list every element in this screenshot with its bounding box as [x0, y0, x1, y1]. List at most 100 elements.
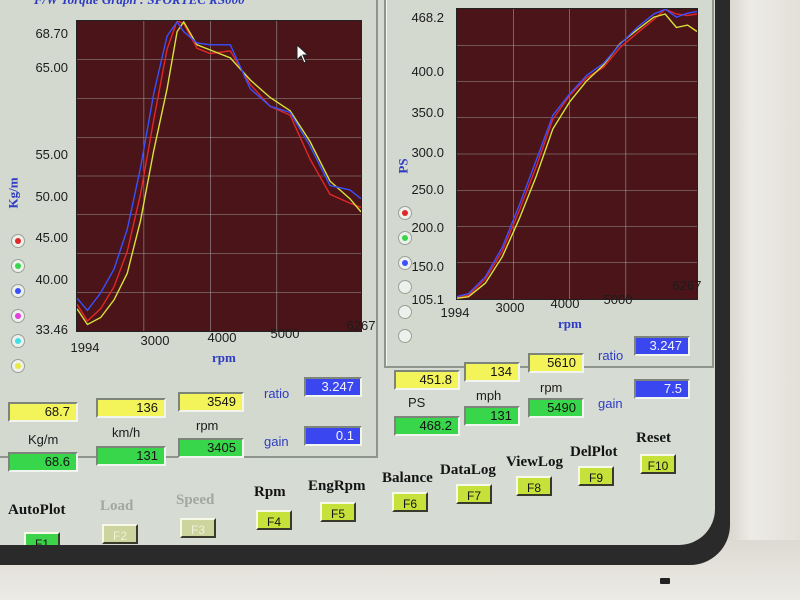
series-toggle-blue[interactable] [11, 284, 25, 298]
green-dot-icon [402, 235, 408, 241]
datalog-button[interactable]: F7 [456, 484, 492, 504]
fkey-label-viewlog: ViewLog [506, 454, 563, 470]
speed-unit-label: km/h [112, 425, 141, 440]
red-dot-icon [15, 238, 21, 244]
torque-x-tick: 5000 [270, 326, 300, 341]
power-rpm-value-field-2: 5490 [528, 398, 584, 418]
torque-y-axis-label: Kg/m [5, 177, 21, 209]
torque-x-tick: 1994 [70, 340, 100, 355]
fkey-label-engrpm: EngRpm [308, 478, 366, 494]
torque-graph-title: F/W Torque Graph : SPORTEC RS000 [34, 0, 245, 8]
gain-input[interactable]: 0.1 [304, 426, 362, 446]
mph-value-field-2: 131 [464, 406, 520, 426]
power-series-toggle-blue[interactable] [398, 256, 412, 270]
fkey-label-rpm: Rpm [254, 484, 286, 500]
power-chart-svg [457, 9, 697, 299]
power-x-tick: 6267 [672, 278, 702, 293]
power-x-tick: 3000 [495, 300, 525, 315]
torque-x-axis-label: rpm [212, 350, 236, 365]
rpm-value-field: 3549 [178, 392, 244, 412]
power-plot[interactable] [456, 8, 698, 300]
torque-unit-label: Kg/m [28, 432, 59, 447]
power-series-toggle-5[interactable] [398, 305, 412, 319]
power-ratio-input[interactable]: 3.247 [634, 336, 690, 356]
cyan-dot-icon [15, 338, 21, 344]
load-button[interactable]: F2 [102, 524, 138, 544]
delplot-button[interactable]: F9 [578, 466, 614, 486]
application-window: F/W Torque Graph : SPORTEC RS000 68.70 6… [0, 0, 715, 545]
power-value-field: 451.8 [394, 370, 460, 390]
speed-button[interactable]: F3 [180, 518, 216, 538]
blue-dot-icon [402, 260, 408, 266]
rpm-button[interactable]: F4 [256, 510, 292, 530]
power-y-tick: 300.0 [411, 145, 444, 160]
power-y-tick: 350.0 [411, 105, 444, 120]
speed-value-field-2: 131 [96, 446, 166, 466]
torque-x-tick: 3000 [140, 333, 170, 348]
fkey-label-speed: Speed [176, 492, 215, 508]
torque-value-field: 68.7 [8, 402, 78, 422]
mouse-pointer-icon [296, 44, 310, 64]
power-x-tick: 1994 [440, 305, 470, 320]
torque-y-tick: 68.70 [35, 26, 68, 41]
power-y-tick: 250.0 [411, 182, 444, 197]
engrpm-button[interactable]: F5 [320, 502, 356, 522]
gain-label: gain [264, 434, 289, 449]
power-gain-label: gain [598, 396, 623, 411]
torque-y-tick: 65.00 [35, 60, 68, 75]
balance-button[interactable]: F6 [392, 492, 428, 512]
blue-dot-icon [15, 288, 21, 294]
power-x-axis-label: rpm [558, 316, 582, 331]
power-rpm-value-field: 5610 [528, 353, 584, 373]
monitor-screen: F/W Torque Graph : SPORTEC RS000 68.70 6… [0, 0, 730, 565]
power-y-axis-label: PS [395, 158, 411, 174]
power-x-tick: 4000 [550, 296, 580, 311]
monitor-bezel-right [718, 0, 800, 600]
power-unit-label: PS [408, 395, 426, 410]
fkey-label-reset: Reset [636, 430, 671, 446]
series-toggle-yellow[interactable] [11, 359, 25, 373]
power-series-toggle-4[interactable] [398, 280, 412, 294]
ratio-input[interactable]: 3.247 [304, 377, 362, 397]
mph-value-field: 134 [464, 362, 520, 382]
power-series-toggle-red[interactable] [398, 206, 412, 220]
power-series-toggle-6[interactable] [398, 329, 412, 343]
reset-button[interactable]: F10 [640, 454, 676, 474]
series-line-1 [457, 13, 697, 299]
series-line-0 [457, 9, 697, 299]
power-y-tick: 468.2 [411, 10, 444, 25]
power-series-toggle-green[interactable] [398, 231, 412, 245]
series-toggle-red[interactable] [11, 234, 25, 248]
green-dot-icon [15, 263, 21, 269]
rpm-value-field-2: 3405 [178, 438, 244, 458]
series-line-2 [457, 9, 697, 298]
power-y-tick: 400.0 [411, 64, 444, 79]
viewlog-button[interactable]: F8 [516, 476, 552, 496]
torque-plot[interactable] [76, 20, 362, 332]
power-indicator [660, 578, 670, 584]
power-rpm-unit-label: rpm [540, 380, 563, 395]
power-ratio-label: ratio [598, 348, 624, 363]
fkey-label-delplot: DelPlot [570, 444, 618, 460]
torque-x-tick: 4000 [207, 330, 237, 345]
fkey-label-load: Load [100, 498, 134, 514]
power-x-tick: 5000 [603, 292, 633, 307]
power-y-tick: 200.0 [411, 220, 444, 235]
torque-chart-svg [77, 21, 361, 331]
speed-value-field: 136 [96, 398, 166, 418]
ratio-label: ratio [264, 386, 290, 401]
torque-x-tick: 6267 [346, 318, 376, 333]
fkey-label-autoplot: AutoPlot [8, 502, 66, 518]
magenta-dot-icon [15, 313, 21, 319]
mph-unit-label: mph [476, 388, 502, 403]
series-toggle-magenta[interactable] [11, 309, 25, 323]
torque-value-field-2: 68.6 [8, 452, 78, 472]
power-y-tick: 150.0 [411, 259, 444, 274]
series-toggle-green[interactable] [11, 259, 25, 273]
fkey-label-balance: Balance [382, 470, 433, 486]
power-gain-input[interactable]: 7.5 [634, 379, 690, 399]
series-toggle-cyan[interactable] [11, 334, 25, 348]
torque-y-tick: 55.00 [35, 147, 68, 162]
rpm-unit-label: rpm [196, 418, 219, 433]
autoplot-button[interactable]: F1 [24, 532, 60, 545]
